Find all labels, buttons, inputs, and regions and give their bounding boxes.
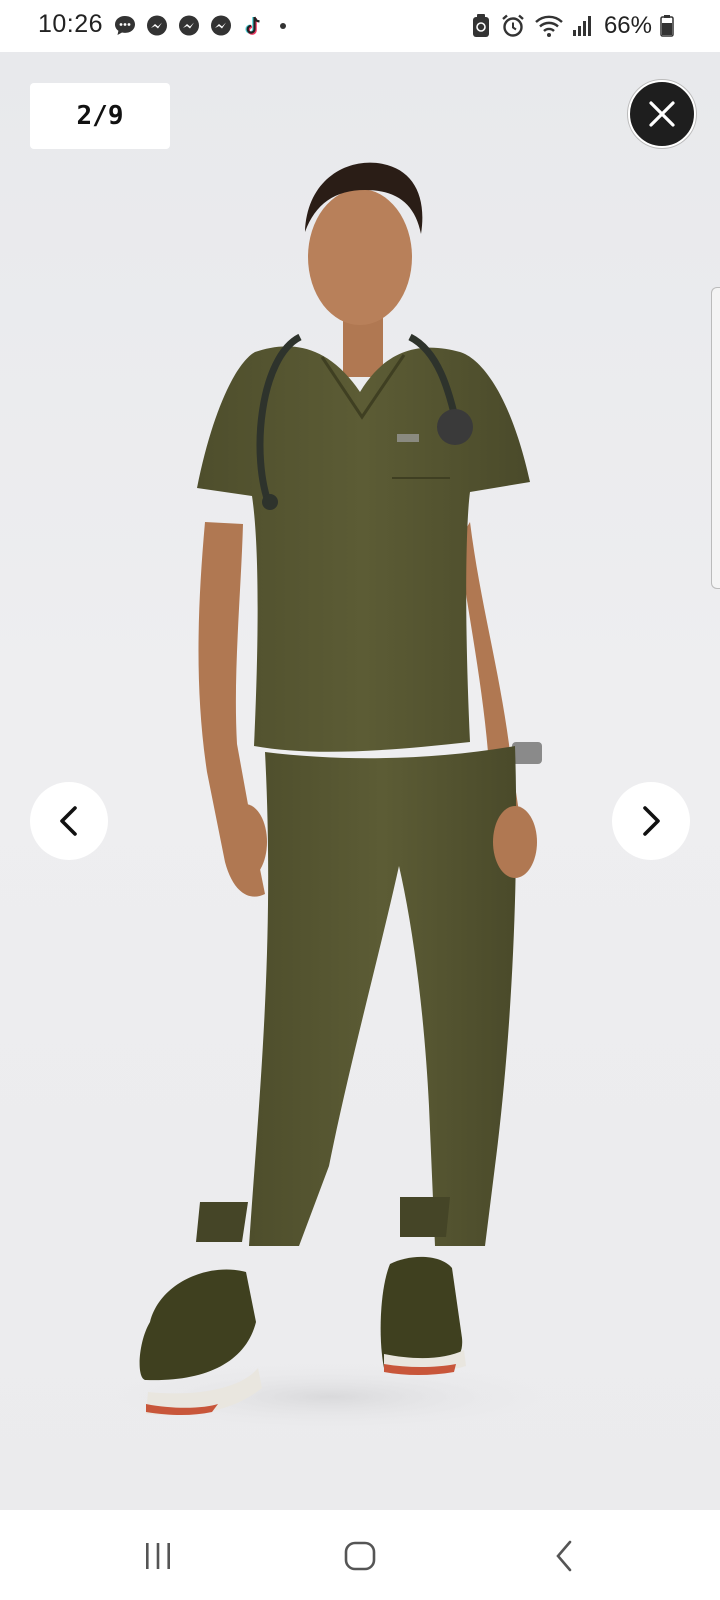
tiktok-icon <box>245 16 260 35</box>
battery-percent: 66% <box>603 12 652 39</box>
product-photo[interactable] <box>0 52 720 1510</box>
signal-icon <box>572 16 591 36</box>
notification-icons <box>112 13 286 39</box>
status-bar: 10:26 66% <box>0 0 720 52</box>
messenger-icon <box>179 15 199 36</box>
image-counter: 2/9 <box>30 83 170 149</box>
back-icon <box>556 1540 572 1572</box>
home-icon <box>344 1541 376 1571</box>
recent-apps-icon <box>146 1543 170 1569</box>
system-navigation-bar <box>0 1510 720 1600</box>
chevron-right-icon <box>643 806 660 836</box>
battery-icon <box>660 15 674 37</box>
status-time: 10:26 <box>38 10 104 38</box>
chat-bubble-icon <box>115 16 135 35</box>
previous-image-button[interactable] <box>30 782 108 860</box>
wifi-icon <box>535 15 563 37</box>
side-panel-handle[interactable] <box>711 287 720 589</box>
alarm-icon <box>502 14 524 37</box>
messenger-icon <box>211 15 231 36</box>
more-notifications-dot <box>280 23 286 29</box>
back-button[interactable] <box>534 1534 594 1578</box>
next-image-button[interactable] <box>612 782 690 860</box>
data-saver-icon <box>472 14 489 37</box>
image-viewer[interactable]: 2/9 <box>0 52 720 1510</box>
chevron-left-icon <box>60 806 77 836</box>
close-button[interactable] <box>628 80 696 148</box>
messenger-icon <box>147 15 167 36</box>
system-icons: 66% <box>470 12 674 40</box>
recent-apps-button[interactable] <box>128 1534 188 1578</box>
close-icon <box>649 101 675 127</box>
home-button[interactable] <box>330 1534 390 1578</box>
